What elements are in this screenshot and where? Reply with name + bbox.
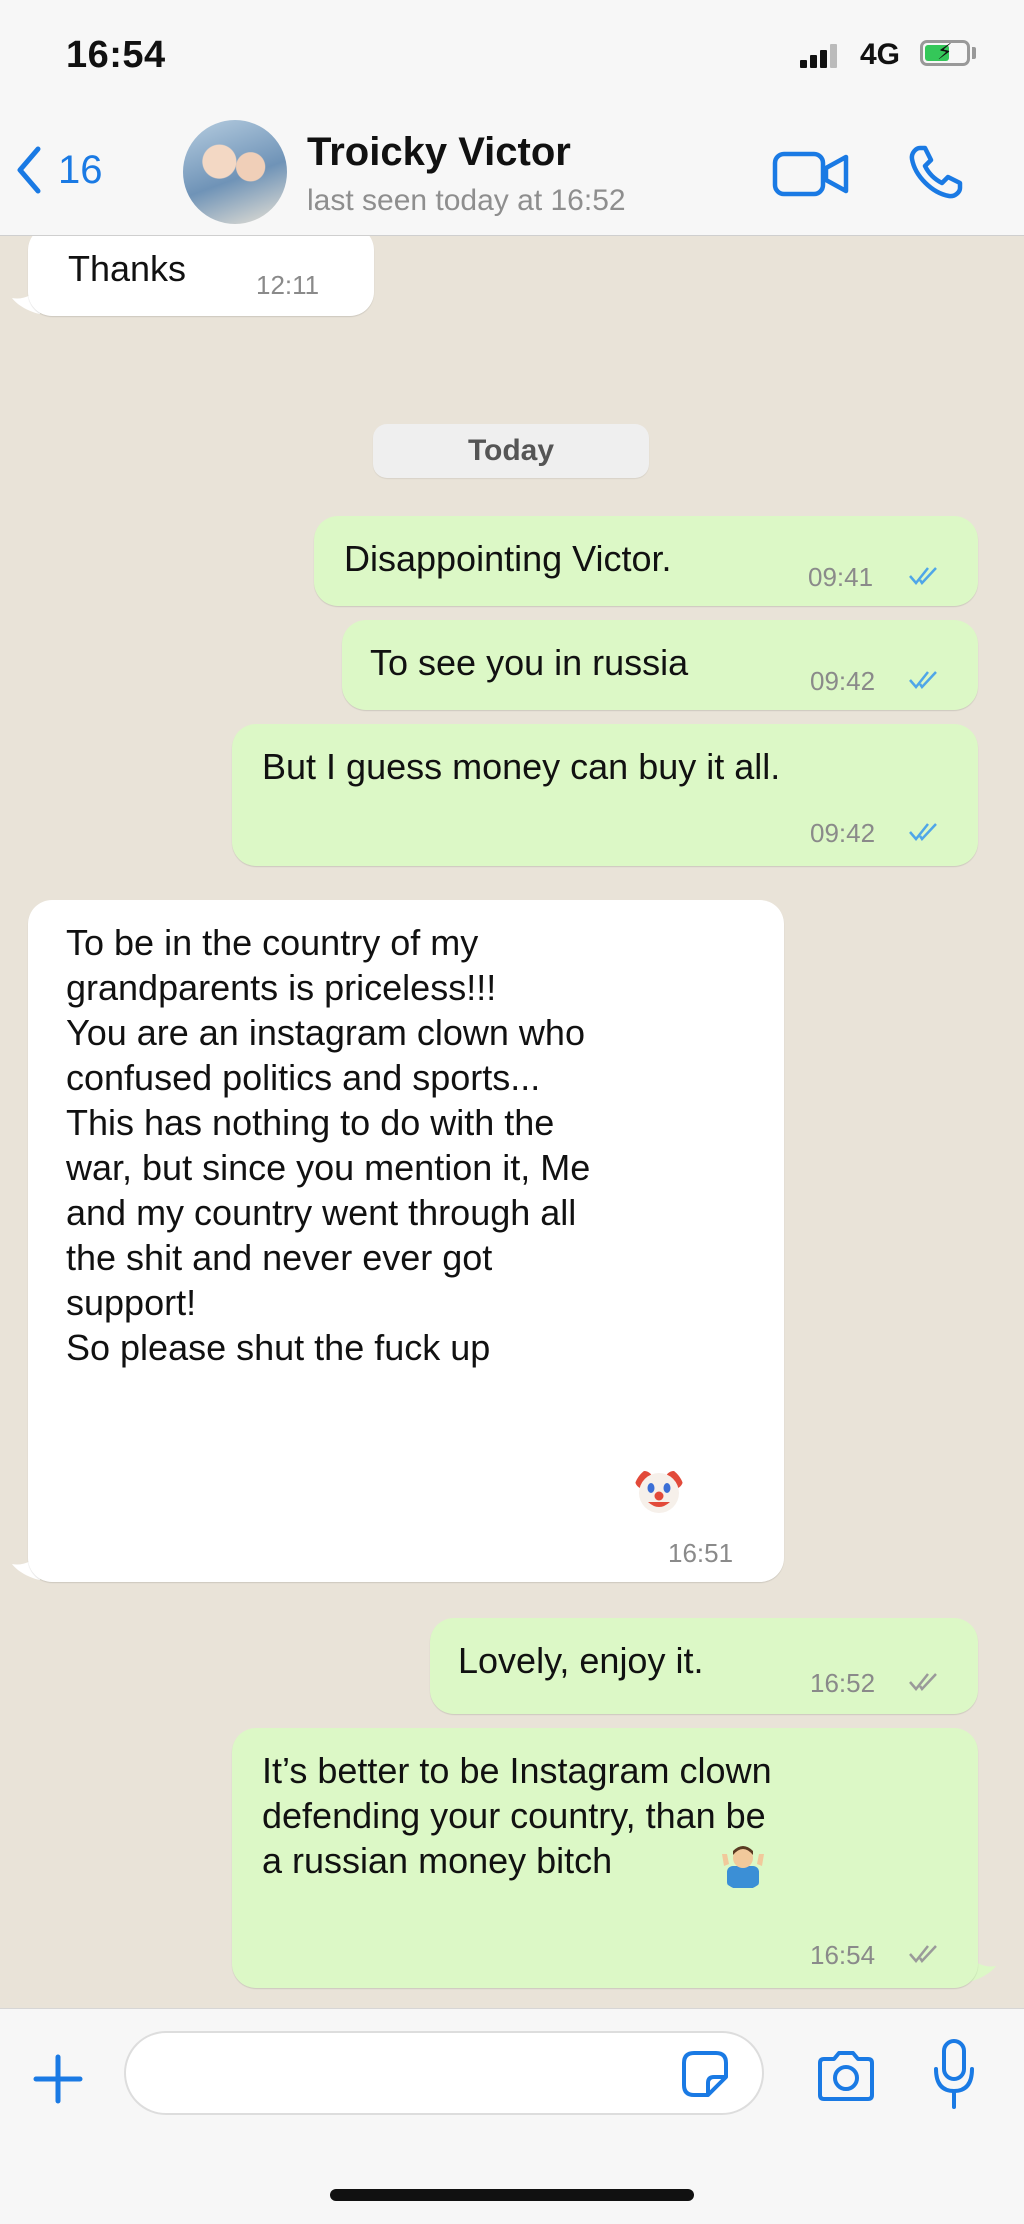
battery-tip — [972, 47, 976, 59]
contact-name[interactable]: Troicky Victor — [307, 130, 571, 175]
video-call-icon[interactable] — [772, 148, 850, 200]
message-bubble-outgoing[interactable]: To see you in russia 09:42 — [342, 620, 978, 710]
home-indicator — [330, 2189, 694, 2201]
microphone-icon[interactable] — [932, 2037, 976, 2111]
double-check-delivered-icon — [909, 1945, 937, 1964]
contact-avatar[interactable] — [183, 120, 287, 224]
message-text: But I guess money can buy it all. — [262, 746, 781, 787]
network-type: 4G — [860, 38, 901, 71]
message-bubble-incoming[interactable]: Thanks 12:11 — [28, 236, 374, 316]
status-time: 16:54 — [66, 34, 166, 76]
sticker-icon[interactable] — [680, 2049, 730, 2099]
signal-strength-icon — [800, 44, 840, 68]
message-bubble-outgoing[interactable]: It’s better to be Instagram clown defend… — [232, 1728, 978, 1988]
message-time: 12:11 — [256, 270, 320, 300]
last-seen-status: last seen today at 16:52 — [307, 184, 626, 217]
message-text: Disappointing Victor. — [344, 538, 672, 579]
message-bubble-outgoing[interactable]: Lovely, enjoy it. 16:52 — [430, 1618, 978, 1714]
double-check-read-icon — [909, 671, 937, 690]
double-check-read-icon — [909, 567, 937, 586]
message-time: 16:54 — [810, 1940, 876, 1970]
battery-charging-icon: ⚡ — [920, 39, 970, 66]
message-bubble-outgoing[interactable]: But I guess money can buy it all. 09:42 — [232, 724, 978, 866]
date-separator: Today — [373, 424, 649, 478]
plus-icon[interactable] — [28, 2049, 88, 2109]
message-text: It’s better to be Instagram clown defend… — [262, 1750, 772, 1881]
message-text: To be in the country of my grandparents … — [66, 922, 591, 1368]
double-check-read-icon — [909, 823, 937, 842]
message-input[interactable] — [124, 2031, 764, 2115]
message-bubble-outgoing[interactable]: Disappointing Victor. 09:41 — [314, 516, 978, 606]
message-time: 09:41 — [808, 562, 874, 592]
chevron-left-icon — [17, 146, 41, 194]
message-time: 09:42 — [810, 666, 876, 696]
person-shrugging-emoji-icon — [722, 1846, 764, 1888]
camera-icon[interactable] — [814, 2049, 878, 2103]
message-text: Thanks — [68, 248, 187, 289]
unread-count: 16 — [58, 147, 103, 192]
message-text: Lovely, enjoy it. — [458, 1640, 704, 1681]
clown-face-emoji-icon — [635, 1471, 683, 1513]
message-time: 16:51 — [668, 1538, 734, 1568]
message-input-bar — [0, 2008, 1024, 2224]
message-time: 09:42 — [810, 818, 876, 848]
phone-icon[interactable] — [906, 142, 966, 202]
double-check-delivered-icon — [909, 1673, 937, 1692]
message-bubble-incoming[interactable]: To be in the country of my grandparents … — [28, 900, 784, 1582]
back-button[interactable]: 16 — [14, 140, 103, 200]
message-list[interactable]: Thanks 12:11 Today Disappointing Victor.… — [0, 236, 1024, 2008]
message-text: To see you in russia — [370, 642, 689, 683]
message-time: 16:52 — [810, 1668, 876, 1698]
chat-header: 16 Troicky Victor last seen today at 16:… — [0, 110, 1024, 236]
status-bar: 16:54 4G ⚡ — [0, 0, 1024, 110]
